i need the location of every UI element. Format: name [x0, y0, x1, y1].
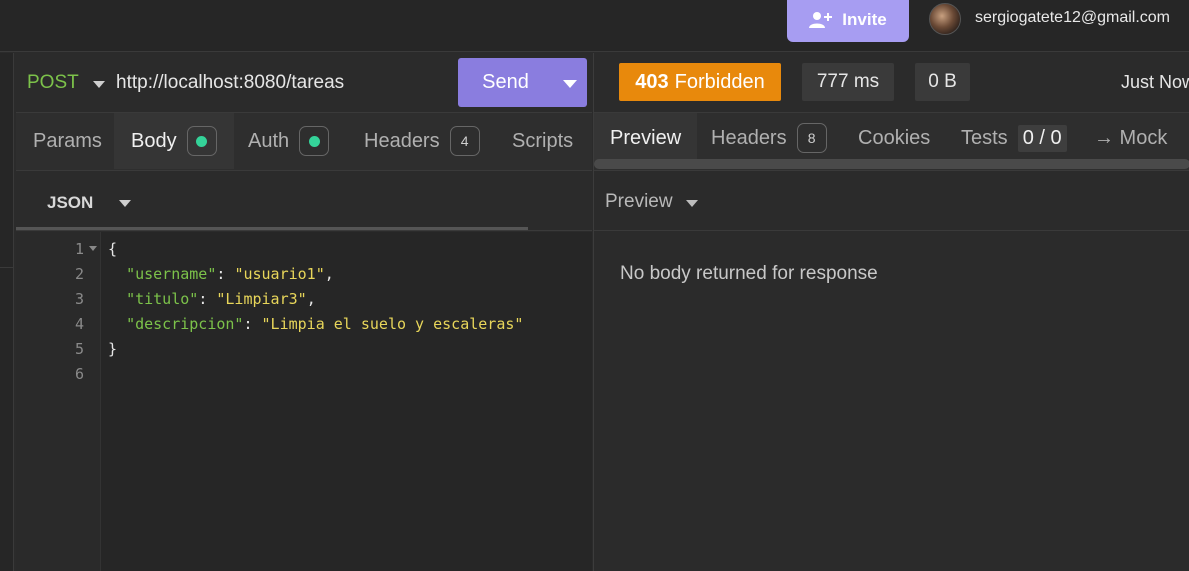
chevron-down-icon[interactable]: [686, 200, 698, 207]
chevron-down-icon[interactable]: [93, 81, 105, 88]
status-code: 403: [635, 70, 669, 93]
line-number: 3: [74, 290, 84, 308]
tab-headers[interactable]: Headers 4: [347, 113, 497, 169]
code-text: "username": "usuario1",: [126, 265, 334, 283]
tab-label: Scripts: [512, 129, 574, 152]
preview-mode-label: Preview: [605, 191, 673, 212]
tab-cookies[interactable]: Cookies: [842, 113, 946, 163]
invite-button[interactable]: Invite: [787, 0, 909, 42]
active-indicator-icon: [186, 126, 217, 156]
active-indicator-icon: [299, 126, 330, 156]
preview-mode-selector[interactable]: Preview: [594, 171, 1189, 231]
count-badge: 4: [449, 126, 480, 156]
code-text: }: [108, 340, 118, 358]
response-status-bar: 403 Forbidden 777 ms 0 B Just Now: [594, 53, 1189, 113]
json-key: "username": [126, 265, 217, 283]
add-user-icon: [809, 12, 833, 28]
tab-tests[interactable]: Tests 0 / 0: [945, 113, 1083, 163]
empty-response-message: No body returned for response: [620, 263, 878, 284]
tab-label: → Mock: [1094, 126, 1168, 149]
code-line: 6: [16, 365, 592, 390]
response-tabs: Preview Headers 8 Cookies Tests 0 / 0 → …: [594, 113, 1189, 171]
request-pane: POST http://localhost:8080/tareas Send P…: [16, 53, 592, 571]
tab-label: Headers: [711, 126, 787, 149]
code-text: "descripcion": "Limpia el suelo y escale…: [126, 315, 524, 333]
json-value: "usuario1": [234, 265, 325, 283]
tests-count: 0 / 0: [1017, 124, 1067, 152]
tab-label: Params: [33, 129, 102, 152]
response-time-badge: 777 ms: [802, 63, 894, 101]
line-number: 1: [74, 240, 84, 258]
http-method-selector[interactable]: POST: [27, 72, 79, 94]
tab-label: Body: [131, 129, 177, 152]
tab-scripts[interactable]: Scripts: [495, 113, 590, 169]
line-number: 5: [74, 340, 84, 358]
user-email[interactable]: sergiogatete12@gmail.com: [975, 9, 1170, 27]
code-text: {: [108, 240, 118, 258]
avatar[interactable]: [929, 3, 961, 35]
code-line: 2 "username": "usuario1",: [16, 265, 592, 290]
divider: [0, 267, 14, 268]
json-value: "Limpia el suelo y escaleras": [261, 315, 524, 333]
body-type-selector[interactable]: JSON: [16, 171, 592, 231]
chevron-down-icon[interactable]: [563, 80, 577, 88]
status-badge: 403 Forbidden: [619, 63, 781, 101]
line-number: 2: [74, 265, 84, 283]
tab-preview[interactable]: Preview: [594, 113, 698, 163]
json-key: "descripcion": [126, 315, 244, 333]
url-input[interactable]: http://localhost:8080/tareas: [116, 72, 344, 94]
tab-body[interactable]: Body: [114, 113, 234, 169]
code-line: 3 "titulo": "Limpiar3",: [16, 290, 592, 315]
send-label: Send: [482, 71, 529, 93]
line-number: 6: [74, 365, 84, 383]
fold-arrow-icon[interactable]: [89, 246, 97, 251]
response-timestamp[interactable]: Just Now: [1121, 72, 1189, 93]
response-size-badge: 0 B: [915, 63, 970, 101]
top-bar: Invite sergiogatete12@gmail.com: [0, 0, 1189, 52]
code-text: "titulo": "Limpiar3",: [126, 290, 316, 308]
chevron-down-icon[interactable]: [119, 200, 131, 207]
tab-params[interactable]: Params: [16, 113, 119, 169]
json-key: "titulo": [126, 290, 199, 308]
json-value: "Limpiar3": [216, 290, 307, 308]
tab-label: Headers: [364, 129, 440, 152]
tab-label: Preview: [610, 126, 682, 149]
status-text: Forbidden: [674, 70, 765, 93]
code-line: 1 {: [16, 240, 592, 265]
request-tabs: Params Body Auth Headers 4 Scripts: [16, 113, 592, 231]
code-editor[interactable]: 1 { 2 "username": "usuario1", 3 "titulo"…: [16, 232, 592, 571]
tab-label: Cookies: [858, 126, 931, 149]
send-button[interactable]: Send: [458, 58, 587, 107]
code-line: 4 "descripcion": "Limpia el suelo y esca…: [16, 315, 592, 340]
tab-response-headers[interactable]: Headers 8: [695, 113, 843, 163]
response-pane: 403 Forbidden 777 ms 0 B Just Now Previe…: [593, 53, 1189, 571]
tab-mock[interactable]: → Mock: [1078, 113, 1183, 163]
invite-label: Invite: [842, 10, 887, 29]
count-badge: 8: [796, 123, 827, 153]
tab-label: Tests: [961, 126, 1008, 149]
sidebar-edge: [0, 53, 14, 571]
tab-auth[interactable]: Auth: [231, 113, 346, 169]
url-bar: POST http://localhost:8080/tareas Send: [16, 53, 592, 113]
tab-label: Auth: [248, 129, 290, 152]
body-type-label: JSON: [47, 193, 94, 212]
code-line: 5 }: [16, 340, 592, 365]
line-number: 4: [74, 315, 84, 333]
tabs-scrollbar[interactable]: [594, 159, 1189, 169]
